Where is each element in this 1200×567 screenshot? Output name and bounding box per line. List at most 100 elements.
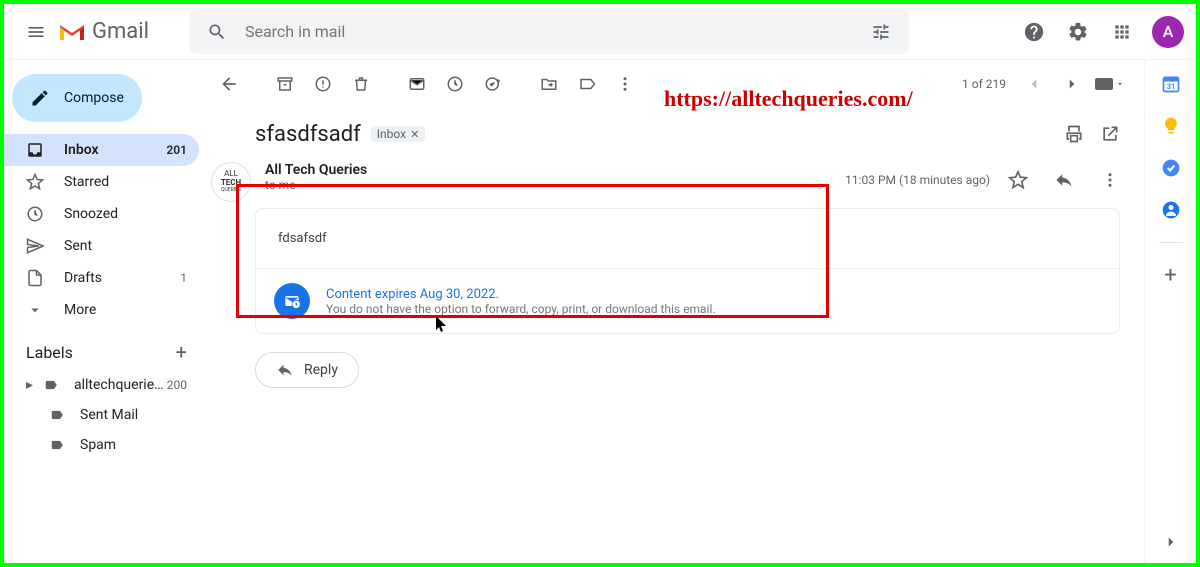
search-icon-button[interactable] xyxy=(197,12,237,52)
settings-button[interactable] xyxy=(1058,12,1098,52)
nav-label: More xyxy=(64,302,96,318)
send-icon xyxy=(26,237,44,255)
support-button[interactable] xyxy=(1014,12,1054,52)
clock-icon xyxy=(26,205,44,223)
nav-drafts[interactable]: Drafts 1 xyxy=(4,262,199,294)
label-count: 200 xyxy=(167,378,187,392)
category-chip[interactable]: Inbox ✕ xyxy=(371,126,426,142)
calendar-app-button[interactable]: 31 xyxy=(1161,74,1181,94)
confidential-clock-icon xyxy=(282,291,302,311)
apps-grid-icon xyxy=(1112,22,1132,42)
label-text: alltechqueries@... xyxy=(74,377,164,393)
print-button[interactable] xyxy=(1056,116,1092,152)
mail-icon xyxy=(408,75,426,93)
svg-text:31: 31 xyxy=(1166,82,1175,91)
apps-button[interactable] xyxy=(1102,12,1142,52)
sender-recipients[interactable]: to me xyxy=(265,178,367,192)
conversation-pane: 1 of 219 sfasdfsadf Inbox ✕ xyxy=(199,60,1144,563)
search-icon xyxy=(207,22,227,42)
search-input[interactable] xyxy=(237,22,861,41)
chevron-down-icon xyxy=(26,301,44,319)
star-message-button[interactable] xyxy=(1000,162,1036,198)
label-outline-icon xyxy=(578,75,596,93)
app-header: Gmail A xyxy=(4,4,1196,60)
search-box[interactable] xyxy=(189,10,909,54)
contacts-icon xyxy=(1161,200,1181,220)
input-tool-button[interactable] xyxy=(1092,66,1128,102)
more-actions-button[interactable] xyxy=(607,66,643,102)
label-alltechqueries[interactable]: ▸ alltechqueries@... 200 xyxy=(4,370,199,400)
message-more-button[interactable] xyxy=(1092,162,1128,198)
nav-more[interactable]: More xyxy=(4,294,199,326)
reply-icon-button[interactable] xyxy=(1046,162,1082,198)
more-vert-icon xyxy=(616,75,634,93)
reply-button[interactable]: Reply xyxy=(255,352,359,388)
gear-icon xyxy=(1067,21,1089,43)
tune-icon xyxy=(871,22,891,42)
chip-remove-icon[interactable]: ✕ xyxy=(410,128,419,141)
star-outline-icon xyxy=(1008,170,1028,190)
gmail-m-icon xyxy=(58,21,86,43)
nav-sent[interactable]: Sent xyxy=(4,230,199,262)
get-addons-button[interactable]: + xyxy=(1161,265,1181,285)
sender-row: ALL TECH QUERIES All Tech Queries to me … xyxy=(203,160,1128,208)
add-label-button[interactable]: + xyxy=(176,340,187,364)
keyboard-icon xyxy=(1095,78,1113,90)
add-to-tasks-button[interactable] xyxy=(475,66,511,102)
label-sent-mail[interactable]: Sent Mail xyxy=(4,400,199,430)
move-to-button[interactable] xyxy=(531,66,567,102)
search-options-button[interactable] xyxy=(861,12,901,52)
side-panel: 31 + xyxy=(1144,60,1196,563)
confidential-icon-badge xyxy=(274,283,310,319)
account-avatar[interactable]: A xyxy=(1152,16,1184,48)
compose-label: Compose xyxy=(64,90,124,106)
trash-icon xyxy=(352,75,370,93)
subject-row: sfasdfsadf Inbox ✕ xyxy=(203,108,1128,160)
pencil-icon xyxy=(30,88,50,108)
folder-move-icon xyxy=(540,75,558,93)
archive-button[interactable] xyxy=(267,66,303,102)
label-spam[interactable]: Spam xyxy=(4,430,199,460)
labels-title: Labels xyxy=(26,343,73,362)
inbox-icon xyxy=(26,141,44,159)
main-menu-button[interactable] xyxy=(16,12,56,52)
label-icon xyxy=(44,378,58,392)
older-button[interactable] xyxy=(1054,66,1090,102)
hamburger-icon xyxy=(26,22,46,42)
label-icon xyxy=(50,438,64,452)
tasks-app-button[interactable] xyxy=(1161,158,1181,178)
star-icon xyxy=(26,173,44,191)
nav-snoozed[interactable]: Snoozed xyxy=(4,198,199,230)
mark-unread-button[interactable] xyxy=(399,66,435,102)
message-body-text: fdsafsdf xyxy=(256,209,1119,268)
nav-label: Sent xyxy=(64,238,92,254)
label-icon xyxy=(50,408,64,422)
contacts-app-button[interactable] xyxy=(1161,200,1181,220)
hide-panel-button[interactable] xyxy=(1162,533,1180,551)
open-new-window-button[interactable] xyxy=(1092,116,1128,152)
reply-icon xyxy=(276,361,294,379)
sender-avatar[interactable]: ALL TECH QUERIES xyxy=(211,162,251,202)
archive-icon xyxy=(276,75,294,93)
back-button[interactable] xyxy=(211,66,247,102)
caret-right-icon[interactable]: ▸ xyxy=(26,377,42,393)
compose-button[interactable]: Compose xyxy=(12,74,142,122)
help-icon xyxy=(1023,21,1045,43)
nav-label: Drafts xyxy=(64,270,102,286)
confidential-mode-banner: Content expires Aug 30, 2022. You do not… xyxy=(256,268,1119,333)
nav-inbox[interactable]: Inbox 201 xyxy=(4,134,199,166)
label-text: Spam xyxy=(80,437,116,453)
confidential-note: You do not have the option to forward, c… xyxy=(326,302,716,316)
gmail-logo[interactable]: Gmail xyxy=(58,19,149,44)
keep-icon xyxy=(1161,116,1181,136)
reply-label: Reply xyxy=(304,362,338,378)
nav-starred[interactable]: Starred xyxy=(4,166,199,198)
labels-button[interactable] xyxy=(569,66,605,102)
annotation-url-text: https://alltechqueries.com/ xyxy=(664,86,913,112)
snooze-button[interactable] xyxy=(437,66,473,102)
report-spam-button[interactable] xyxy=(305,66,341,102)
keep-app-button[interactable] xyxy=(1161,116,1181,136)
header-right: A xyxy=(1014,12,1184,52)
delete-button[interactable] xyxy=(343,66,379,102)
newer-button[interactable] xyxy=(1016,66,1052,102)
